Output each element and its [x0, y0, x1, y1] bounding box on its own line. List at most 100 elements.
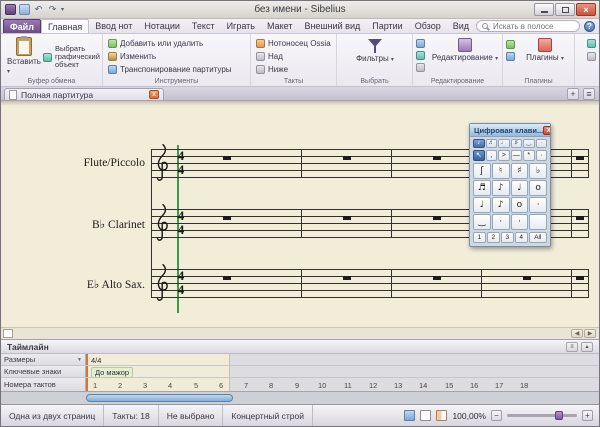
tab-note-input[interactable]: Ввод нот	[89, 19, 138, 33]
tab-view[interactable]: Вид	[447, 19, 475, 33]
whole-rest[interactable]	[576, 156, 584, 160]
keypad-key-flat[interactable]: ♭	[529, 163, 547, 179]
keypad-key-dot3[interactable]: ·	[511, 214, 529, 230]
staff-alto-sax[interactable]: 44	[151, 269, 589, 298]
time-signature[interactable]: 44	[175, 269, 187, 297]
zoom-out-button[interactable]: −	[491, 410, 502, 421]
keypad-tenuto-button[interactable]: —	[511, 150, 523, 161]
keypad-title-bar[interactable]: Цифровая клави... x	[470, 124, 550, 137]
keypad-key-dot2[interactable]: ·	[492, 214, 510, 230]
timeline-header[interactable]: Таймлайн ≡ ▴	[1, 340, 599, 354]
timeline-scrollbar[interactable]	[1, 391, 599, 404]
score-canvas[interactable]: Flute/Piccolo B♭ Clarinet E♭ Alto Sax. 4…	[1, 101, 599, 339]
keypad-tab-accidentals[interactable]: ·	[536, 139, 548, 148]
keypad-function-button[interactable]: *	[523, 150, 535, 161]
ossia-staff-button[interactable]: Нотоносец Ossia	[256, 37, 331, 49]
tab-file[interactable]: Файл	[3, 19, 41, 33]
keypad-key-natural[interactable]: ♮	[492, 163, 510, 179]
keypad-accent-button[interactable]: >	[498, 150, 510, 161]
whole-rest[interactable]	[433, 216, 441, 220]
whole-rest[interactable]	[576, 276, 584, 280]
search-input[interactable]	[491, 21, 574, 32]
new-tab-button[interactable]: +	[567, 88, 579, 100]
tab-layout[interactable]: Макет	[261, 19, 298, 33]
instrument-name[interactable]: E♭ Alto Sax.	[31, 277, 145, 291]
ossia-above-button[interactable]: Над	[256, 50, 283, 62]
whole-rest[interactable]	[343, 276, 351, 280]
redo-icon[interactable]: ↷	[47, 4, 58, 15]
keypad-key-dot[interactable]: ·	[529, 197, 547, 213]
whole-rest[interactable]	[433, 156, 441, 160]
timeline-scroll-thumb[interactable]	[86, 394, 233, 402]
plugin-tool-icon[interactable]	[506, 52, 515, 61]
instrument-name[interactable]: Flute/Piccolo	[31, 157, 145, 169]
whole-rest[interactable]	[223, 276, 231, 280]
keypad-function-button[interactable]: ,	[486, 150, 498, 161]
help-icon[interactable]: ?	[584, 21, 595, 32]
keypad-key-whole[interactable]: o	[511, 197, 529, 213]
change-instrument-button[interactable]: Изменить	[108, 50, 156, 62]
plugins-button[interactable]: Плагины ▾	[519, 38, 571, 62]
keypad-tab-jazz[interactable]: ‿	[523, 139, 535, 148]
keypad-tab-common-notes[interactable]: ♪	[473, 139, 485, 148]
timeline-row-key-signatures[interactable]: Ключевые знаки До мажор	[1, 366, 599, 378]
whole-rest[interactable]	[223, 156, 231, 160]
zoom-slider[interactable]	[507, 414, 577, 417]
undo-icon[interactable]: ↶	[33, 4, 44, 15]
scroll-right-icon[interactable]: ▶	[584, 329, 596, 338]
keypad-key-half[interactable]: o	[529, 180, 547, 196]
edit-button[interactable]: Редактирование ▾	[429, 38, 501, 62]
tab-review[interactable]: Обзор	[409, 19, 447, 33]
time-signature[interactable]: 44	[175, 209, 187, 237]
keypad-window[interactable]: Цифровая клави... x ♪ ♬ ♩ ♯ ‿ · ↖ , > — …	[469, 123, 551, 247]
tab-notations[interactable]: Нотации	[138, 19, 186, 33]
voice-1-button[interactable]: 1	[473, 232, 486, 243]
voice-4-button[interactable]: 4	[515, 232, 528, 243]
keypad-tab-beams[interactable]: ♩	[498, 139, 510, 148]
tab-parts[interactable]: Партии	[366, 19, 408, 33]
ribbon-search[interactable]	[476, 20, 580, 32]
row-filter-icon[interactable]: ▼	[77, 357, 82, 363]
whole-rest[interactable]	[433, 276, 441, 280]
keypad-staccato-button[interactable]: ·	[536, 150, 548, 161]
transpose-score-button[interactable]: Транспонирование партитуры	[108, 63, 232, 75]
keypad-close-icon[interactable]: x	[543, 126, 550, 135]
timeline-options-icon[interactable]: ≡	[566, 342, 578, 352]
keypad-key-blank[interactable]	[529, 214, 547, 230]
page-spread-view-icon[interactable]	[436, 410, 447, 421]
tab-appearance[interactable]: Внешний вид	[298, 19, 366, 33]
ossia-below-button[interactable]: Ниже	[256, 63, 288, 75]
edit-tool-icon[interactable]	[416, 63, 425, 72]
keypad-tab-articulations[interactable]: ♯	[511, 139, 523, 148]
keypad-key-sharp[interactable]: ♯	[511, 163, 529, 179]
tab-home[interactable]: Главная	[41, 19, 89, 33]
qat-dropdown-icon[interactable]: ▾	[61, 6, 64, 13]
keypad-tab-more-notes[interactable]: ♬	[486, 139, 498, 148]
edit-tool-icon[interactable]	[416, 51, 425, 60]
voice-all-button[interactable]: All	[529, 232, 547, 243]
keypad-key-rest[interactable]: ʃ	[473, 163, 491, 179]
keypad-key-tie[interactable]: ‿	[473, 214, 491, 230]
keypad-key-eighth[interactable]: ♪	[492, 180, 510, 196]
page-flip-icon[interactable]	[3, 329, 13, 338]
status-concert-pitch-toggle[interactable]: Концертный строй	[223, 405, 313, 426]
tab-list-button[interactable]: ≡	[583, 88, 595, 100]
paste-button[interactable]: Вставить ▾	[7, 37, 41, 75]
zoom-in-button[interactable]: +	[582, 410, 593, 421]
timeline-collapse-icon[interactable]: ▴	[581, 342, 593, 352]
whole-rest[interactable]	[576, 216, 584, 220]
select-graphic-button[interactable]: Выбрать графический объект	[43, 44, 101, 70]
timeline-row-time-signatures[interactable]: Размеры▼ 4/4	[1, 354, 599, 366]
keypad-key-quarter[interactable]: ♩	[511, 180, 529, 196]
tab-close-icon[interactable]: x	[149, 90, 159, 99]
scroll-left-icon[interactable]: ◀	[571, 329, 583, 338]
whole-rest[interactable]	[223, 216, 231, 220]
whole-rest[interactable]	[523, 276, 531, 280]
single-page-view-icon[interactable]	[420, 410, 431, 421]
panorama-view-icon[interactable]	[404, 410, 415, 421]
keypad-key-eighth2[interactable]: ♪	[492, 197, 510, 213]
whole-rest[interactable]	[343, 156, 351, 160]
horizontal-scrollbar[interactable]: ◀ ▶	[1, 327, 599, 339]
ribbon-collapse-icon[interactable]	[587, 52, 596, 61]
edit-tool-icon[interactable]	[416, 39, 425, 48]
